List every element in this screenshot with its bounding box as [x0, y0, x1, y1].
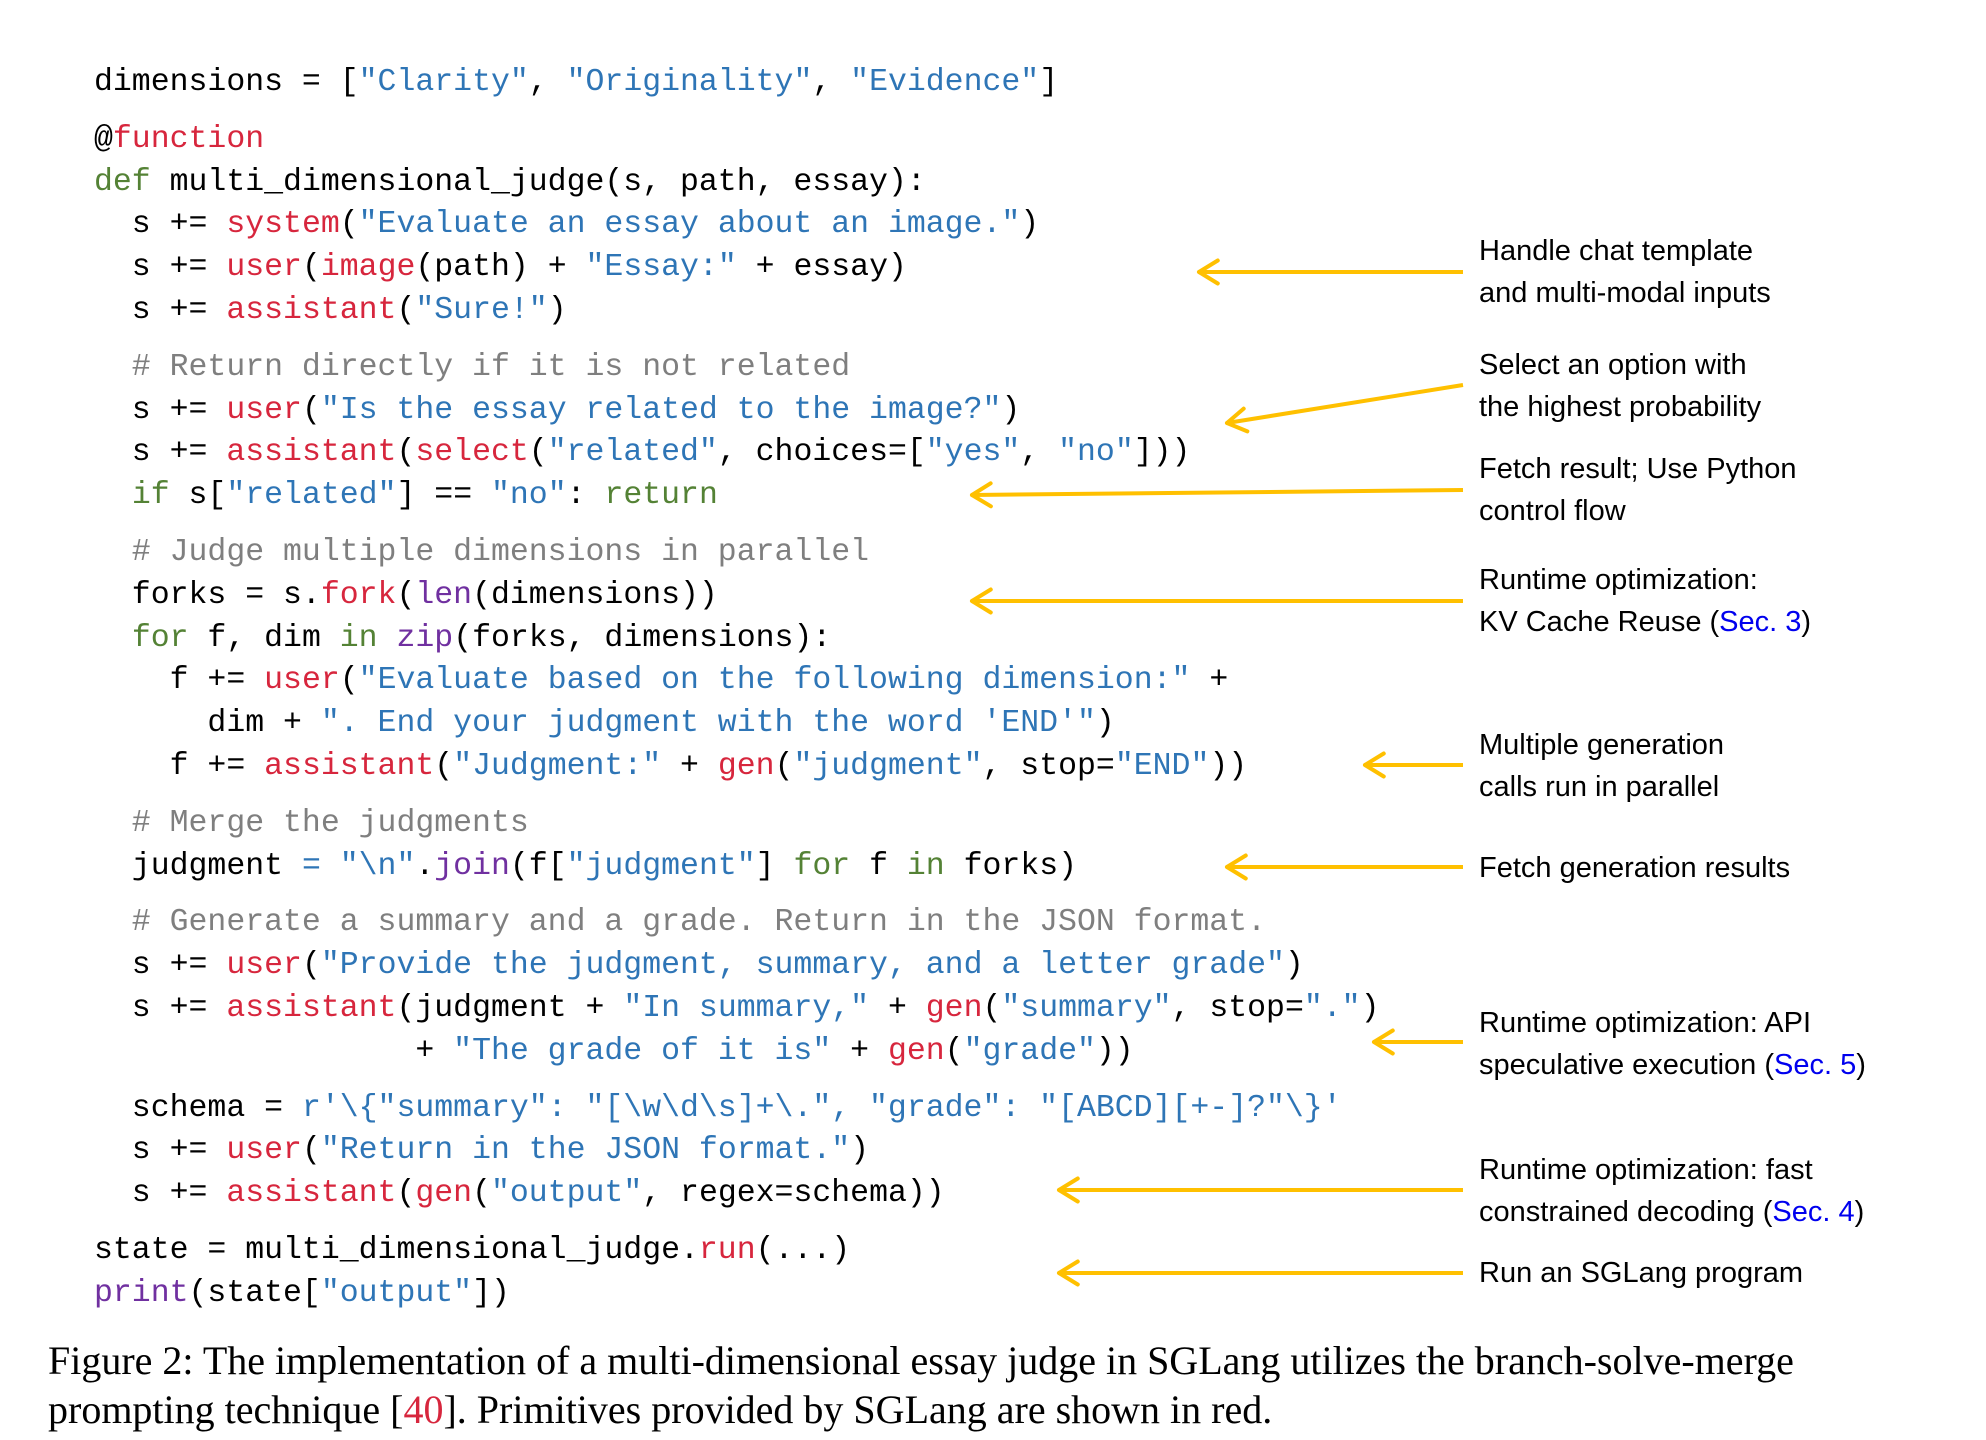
annotation-parallel-generation: Multiple generation calls run in paralle…	[1479, 724, 1724, 808]
arrow-icon	[1225, 853, 1463, 881]
annotation-chat-template: Handle chat template and multi-modal inp…	[1479, 230, 1771, 314]
arrow-icon	[970, 481, 1464, 509]
annotation-line: calls run in parallel	[1479, 771, 1720, 803]
section-link[interactable]: Sec. 3	[1719, 606, 1801, 638]
arrow-icon	[1057, 1259, 1463, 1287]
annotation-line: KV Cache Reuse (Sec. 3)	[1479, 601, 1811, 643]
annotation-line: Handle chat template	[1479, 235, 1754, 267]
annotation-select-option: Select an option with the highest probab…	[1479, 344, 1761, 428]
annotation-line: Fetch result; Use Python	[1479, 453, 1797, 485]
annotation-run-program: Run an SGLang program	[1479, 1252, 1803, 1294]
arrow-icon	[1197, 258, 1463, 286]
annotation-line: Multiple generation	[1479, 729, 1725, 761]
annotation-line: Runtime optimization: fast	[1479, 1154, 1813, 1186]
annotation-line: control flow	[1479, 495, 1626, 527]
annotation-line: and multi-modal inputs	[1479, 277, 1771, 309]
arrow-icon	[1372, 1028, 1463, 1056]
annotation-line: Run an SGLang program	[1479, 1257, 1804, 1289]
annotation-constrained-decoding: Runtime optimization: fast constrained d…	[1479, 1149, 1864, 1233]
arrow-icon	[1225, 383, 1464, 434]
annotation-text: speculative execution (	[1479, 1049, 1774, 1081]
caption-label: Figure 2:	[48, 1338, 194, 1383]
annotation-kv-cache-reuse: Runtime optimization: KV Cache Reuse (Se…	[1479, 559, 1811, 643]
annotation-speculative-execution: Runtime optimization: API speculative ex…	[1479, 1002, 1866, 1086]
section-link[interactable]: Sec. 5	[1774, 1049, 1856, 1081]
arrow-icon	[1057, 1176, 1463, 1204]
annotation-text: )	[1856, 1049, 1866, 1081]
annotation-line: Fetch generation results	[1479, 852, 1791, 884]
arrow-icon	[970, 587, 1463, 615]
citation-link[interactable]: 40	[403, 1387, 443, 1432]
annotation-text: constrained decoding (	[1479, 1196, 1773, 1228]
annotation-line: Select an option with	[1479, 349, 1747, 381]
arrow-icon	[1363, 751, 1463, 779]
annotation-fetch-result: Fetch result; Use Python control flow	[1479, 448, 1797, 532]
annotation-fetch-generation: Fetch generation results	[1479, 847, 1790, 889]
annotation-line: Runtime optimization:	[1479, 564, 1758, 596]
annotation-line: the highest probability	[1479, 391, 1762, 423]
annotation-text: KV Cache Reuse (	[1479, 606, 1720, 638]
annotation-text: )	[1801, 606, 1812, 638]
figure-caption: Figure 2: The implementation of a multi-…	[48, 1336, 1968, 1434]
caption-text: ]. Primitives provided by SGLang are sho…	[443, 1387, 1273, 1432]
annotation-line: speculative execution (Sec. 5)	[1479, 1044, 1866, 1086]
annotation-text: )	[1854, 1196, 1865, 1228]
annotation-line: constrained decoding (Sec. 4)	[1479, 1191, 1864, 1233]
section-link[interactable]: Sec. 4	[1772, 1196, 1854, 1228]
annotation-line: Runtime optimization: API	[1479, 1007, 1812, 1039]
